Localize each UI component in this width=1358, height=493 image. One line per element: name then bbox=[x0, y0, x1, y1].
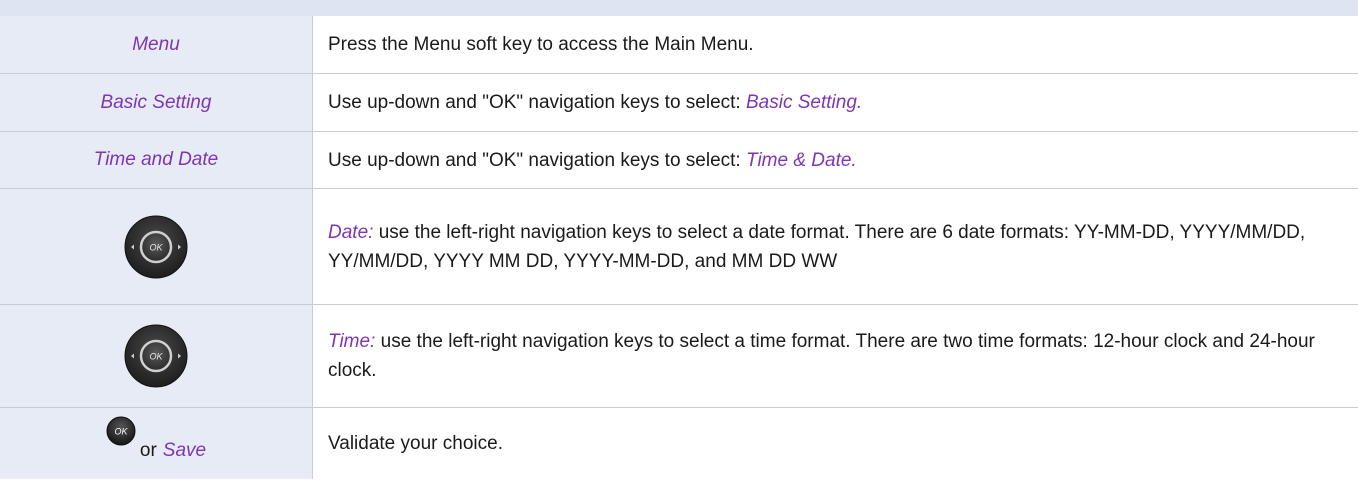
instruction-cell: Date: use the left-right navigation keys… bbox=[313, 189, 1358, 304]
or-text: or bbox=[139, 439, 157, 461]
instruction-text: Press the Menu soft key to access the Ma… bbox=[328, 34, 754, 55]
instruction-text: Use up-down and "OK" navigation keys to … bbox=[328, 146, 857, 175]
instruction-prefix: Use up-down and "OK" navigation keys to … bbox=[328, 149, 746, 171]
table-row: OK or Save Validate your choice. bbox=[0, 408, 1358, 479]
ok-or-save-label: OK or Save bbox=[106, 416, 207, 462]
instruction-cell: Use up-down and "OK" navigation keys to … bbox=[313, 74, 1358, 131]
table-row: Menu Press the Menu soft key to access t… bbox=[0, 16, 1358, 74]
menu-option-name: Time & Date. bbox=[746, 149, 857, 171]
instruction-text: Date: use the left-right navigation keys… bbox=[328, 218, 1328, 276]
table-row: OK Date: use the left-right navigation k… bbox=[0, 189, 1358, 305]
document-page: Menu Press the Menu soft key to access t… bbox=[0, 0, 1358, 493]
save-softkey-label: Save bbox=[162, 439, 207, 461]
instruction-cell: Press the Menu soft key to access the Ma… bbox=[313, 16, 1358, 73]
instruction-cell: Validate your choice. bbox=[313, 408, 1358, 479]
ok-key-label: OK bbox=[114, 426, 128, 436]
table-row: Basic Setting Use up-down and "OK" navig… bbox=[0, 74, 1358, 132]
instruction-prefix: Use up-down and "OK" navigation keys to … bbox=[328, 92, 746, 113]
step-cell: OK bbox=[0, 189, 313, 304]
instruction-text: Use up-down and "OK" navigation keys to … bbox=[328, 88, 862, 117]
step-cell: Basic Setting bbox=[0, 74, 313, 131]
instruction-table: Menu Press the Menu soft key to access t… bbox=[0, 16, 1358, 479]
ok-label: OK bbox=[149, 242, 163, 252]
step-cell: Menu bbox=[0, 16, 313, 73]
instruction-text: Time: use the left-right navigation keys… bbox=[328, 327, 1328, 385]
step-label: Time and Date bbox=[93, 149, 219, 170]
instruction-cell: Time: use the left-right navigation keys… bbox=[313, 305, 1358, 407]
instruction-body: use the left-right navigation keys to se… bbox=[328, 331, 1315, 381]
step-cell: OK or Save bbox=[0, 408, 313, 479]
table-row: Time and Date Use up-down and "OK" navig… bbox=[0, 132, 1358, 189]
step-cell: Time and Date bbox=[0, 132, 313, 188]
setting-name: Date: bbox=[328, 221, 374, 243]
navigation-pad-icon: OK bbox=[124, 215, 188, 278]
step-label: Basic Setting bbox=[100, 91, 212, 113]
instruction-cell: Use up-down and "OK" navigation keys to … bbox=[313, 132, 1358, 188]
table-header-band bbox=[0, 0, 1358, 16]
ok-label: OK bbox=[149, 352, 163, 362]
table-row: OK Time: use the left-right navigation k… bbox=[0, 305, 1358, 408]
instruction-body: use the left-right navigation keys to se… bbox=[328, 221, 1306, 272]
ok-key-icon: OK bbox=[106, 416, 136, 445]
instruction-text: Validate your choice. bbox=[328, 433, 503, 454]
navigation-pad-icon: OK bbox=[124, 324, 188, 388]
step-label: Menu bbox=[132, 33, 180, 55]
step-cell: OK bbox=[0, 305, 313, 407]
setting-name: Time: bbox=[328, 331, 376, 352]
menu-option-name: Basic Setting. bbox=[746, 92, 863, 113]
